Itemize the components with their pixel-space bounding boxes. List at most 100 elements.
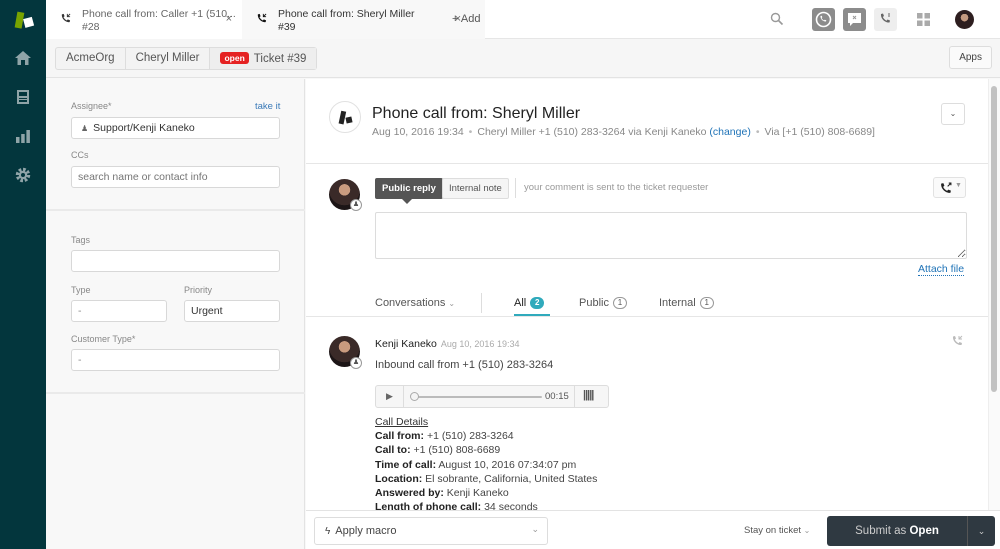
- detail-value: 34 seconds: [484, 501, 538, 510]
- gear-icon[interactable]: [14, 166, 32, 184]
- tags-label: Tags: [71, 235, 91, 245]
- stay-on-ticket-dropdown[interactable]: Stay on ticket ⌄: [744, 525, 810, 536]
- user-avatar[interactable]: [955, 10, 974, 29]
- breadcrumb-ticket[interactable]: open Ticket #39: [210, 48, 317, 69]
- detail-label: Answered by:: [375, 487, 444, 500]
- home-icon[interactable]: [14, 49, 32, 67]
- detail-label: Call to:: [375, 444, 411, 457]
- agent-role-icon: ♟: [350, 199, 362, 211]
- voice-status-button[interactable]: [812, 8, 835, 31]
- filter-tab-all[interactable]: All 2: [514, 297, 545, 309]
- ticket-title: Phone call from: Sheryl Miller: [372, 105, 581, 122]
- apps-button[interactable]: Apps: [949, 46, 992, 69]
- customer-type-select[interactable]: -: [71, 349, 280, 371]
- close-tab-icon[interactable]: ×: [226, 13, 232, 26]
- event-timestamp: Aug 10, 2016 19:34: [440, 339, 520, 349]
- divider: [46, 209, 305, 211]
- lightning-icon: ϟ: [325, 526, 331, 537]
- ticket-requester: Cheryl Miller +1 (510) 283-3264 via Kenj…: [477, 126, 707, 138]
- divider: [306, 316, 988, 317]
- filter-tab-public[interactable]: Public 1: [579, 297, 627, 309]
- submit-button[interactable]: Submit as Open: [827, 516, 967, 546]
- channel-selector[interactable]: ▼: [933, 177, 966, 198]
- apply-macro-dropdown[interactable]: ϟ Apply macro ⌄: [314, 517, 548, 545]
- conversations-dropdown[interactable]: Conversations ⌄: [375, 297, 455, 309]
- chat-status-button[interactable]: [843, 8, 866, 31]
- play-button[interactable]: ▶: [376, 386, 404, 407]
- customer-type-label: Customer Type*: [71, 334, 136, 344]
- detail-row: Answered by: Kenji Kaneko: [375, 486, 597, 500]
- product-tray-icon[interactable]: [917, 13, 930, 26]
- detail-label: Time of call:: [375, 458, 437, 471]
- take-it-link[interactable]: take it: [255, 101, 280, 112]
- user-icon: ♟: [81, 124, 89, 133]
- zendesk-logo[interactable]: [13, 9, 35, 31]
- phone-incoming-icon: [61, 13, 71, 23]
- comment-textarea[interactable]: [375, 212, 967, 259]
- main-nav: [0, 0, 46, 549]
- ticket-date: Aug 10, 2016 19:34: [372, 126, 464, 138]
- assignee-field[interactable]: ♟ Support/Kenji Kaneko: [71, 117, 280, 139]
- detail-label: Location:: [375, 472, 423, 485]
- attach-file-link[interactable]: Attach file: [918, 263, 965, 276]
- public-reply-button[interactable]: Public reply: [375, 178, 443, 204]
- submit-options-dropdown[interactable]: ⌄: [967, 516, 995, 546]
- detail-value: +1 (510) 283-3264: [426, 430, 514, 443]
- breadcrumb-user[interactable]: Cheryl Miller: [126, 48, 211, 69]
- breadcrumb-org[interactable]: AcmeOrg: [56, 48, 126, 69]
- apply-macro-label: Apply macro: [335, 525, 397, 537]
- add-tab-button[interactable]: + Add: [452, 13, 480, 25]
- seek-bar[interactable]: [414, 396, 542, 398]
- divider: [306, 163, 988, 164]
- ticket-options-dropdown[interactable]: ⌄: [941, 103, 965, 125]
- count-badge: 1: [612, 297, 627, 309]
- status-badge: open: [220, 52, 249, 64]
- call-details: Call Details Call from: +1 (510) 283-326…: [375, 415, 597, 510]
- phone-incoming-icon: [257, 13, 267, 23]
- breadcrumb: AcmeOrg Cheryl Miller open Ticket #39: [55, 47, 318, 70]
- bar-chart-icon[interactable]: [14, 127, 32, 145]
- inbox-icon[interactable]: [14, 88, 32, 106]
- ccs-label: CCs: [71, 150, 89, 160]
- event-summary: Inbound call from +1 (510) 283-3264: [375, 359, 554, 371]
- detail-row: Length of phone call: 34 seconds: [375, 500, 597, 510]
- tab-title: Phone call from: Caller +1 (510...: [82, 8, 236, 20]
- ccs-input[interactable]: [71, 166, 280, 188]
- detail-row: Call to: +1 (510) 808-6689: [375, 443, 597, 457]
- tab-label: Public: [579, 297, 609, 309]
- internal-note-button[interactable]: Internal note: [442, 178, 509, 199]
- ticket-conversation: Phone call from: Sheryl Miller Aug 10, 2…: [306, 79, 988, 510]
- volume-button[interactable]: |||||: [574, 386, 609, 407]
- detail-label: Call from:: [375, 430, 425, 443]
- phone-channel-icon: [338, 110, 353, 125]
- scrollbar-thumb[interactable]: [991, 86, 997, 392]
- type-select[interactable]: -: [71, 300, 167, 322]
- tab-ticket-28[interactable]: Phone call from: Caller +1 (510... #28 ×: [46, 0, 242, 39]
- chevron-down-icon: ⌄: [531, 524, 539, 534]
- chat-off-icon: [848, 13, 861, 26]
- chevron-down-icon: ⌄: [803, 526, 811, 535]
- ticket-footer: ϟ Apply macro ⌄ Stay on ticket ⌄ Submit a…: [306, 510, 1000, 549]
- priority-select[interactable]: Urgent: [184, 300, 280, 322]
- conversation-scrollbar[interactable]: [988, 79, 1000, 510]
- event-author: Kenji Kaneko Aug 10, 2016 19:34: [375, 338, 519, 350]
- change-requester-link[interactable]: (change): [709, 126, 750, 138]
- call-recording-player: ▶ 00:15 |||||: [375, 385, 609, 408]
- call-details-title: Call Details: [375, 416, 429, 428]
- ticket-subbar: AcmeOrg Cheryl Miller open Ticket #39 App…: [46, 39, 1000, 78]
- seek-handle[interactable]: [410, 392, 419, 401]
- author-name[interactable]: Kenji Kaneko: [375, 338, 437, 350]
- author-role-icon: ♟: [350, 357, 362, 369]
- search-icon[interactable]: [770, 12, 784, 26]
- filter-tab-internal[interactable]: Internal 1: [659, 297, 714, 309]
- top-bar: Phone call from: Caller +1 (510... #28 ×…: [46, 0, 1000, 39]
- tags-input[interactable]: [71, 250, 280, 272]
- talk-button[interactable]: [874, 8, 897, 31]
- count-badge: 1: [699, 297, 714, 309]
- divider: [515, 178, 516, 198]
- tab-ticket-39[interactable]: Phone call from: Sheryl Miller #39 ×: [242, 0, 485, 39]
- chevron-down-icon: ⌄: [448, 299, 456, 308]
- assignee-label: Assignee*: [71, 101, 112, 111]
- conversations-label: Conversations: [375, 297, 446, 309]
- detail-label: Length of phone call:: [375, 501, 482, 510]
